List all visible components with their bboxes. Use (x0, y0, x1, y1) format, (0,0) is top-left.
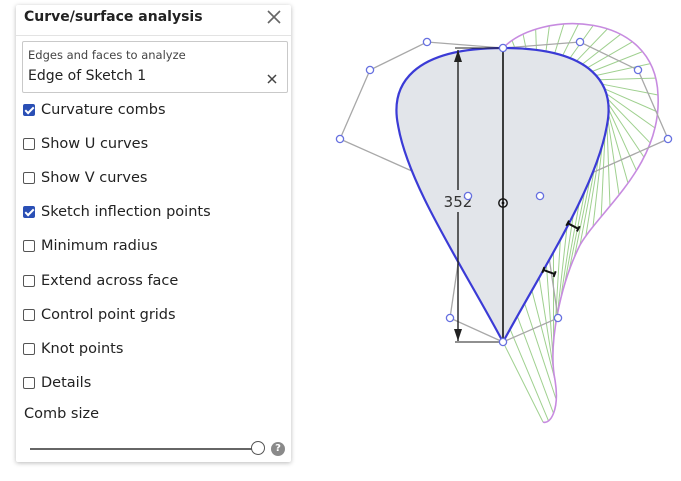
comb-line (595, 63, 651, 76)
comb-line (607, 114, 629, 184)
control-point[interactable] (498, 337, 508, 347)
comb-line (545, 25, 550, 52)
comb-line (535, 29, 537, 50)
control-point[interactable] (498, 43, 508, 53)
comb-line (516, 316, 554, 414)
control-point[interactable] (553, 313, 563, 323)
comb-line (554, 23, 565, 54)
comb-line (602, 83, 659, 96)
viewport-canvas[interactable]: 352 (0, 0, 681, 481)
comb-line (562, 23, 580, 56)
comb-line (502, 341, 544, 423)
comb-line (599, 77, 656, 81)
control-point[interactable] (463, 191, 473, 201)
control-point[interactable] (365, 65, 375, 75)
comb-line (604, 88, 658, 113)
control-point[interactable] (575, 37, 585, 47)
control-point[interactable] (445, 313, 455, 323)
control-point[interactable] (663, 134, 673, 144)
control-point[interactable] (633, 65, 643, 75)
control-point[interactable] (335, 134, 345, 144)
dimension-arrow-bottom (454, 329, 462, 341)
control-point[interactable] (535, 191, 545, 201)
comb-line (509, 328, 549, 422)
control-point[interactable] (422, 37, 432, 47)
comb-line (524, 303, 557, 400)
